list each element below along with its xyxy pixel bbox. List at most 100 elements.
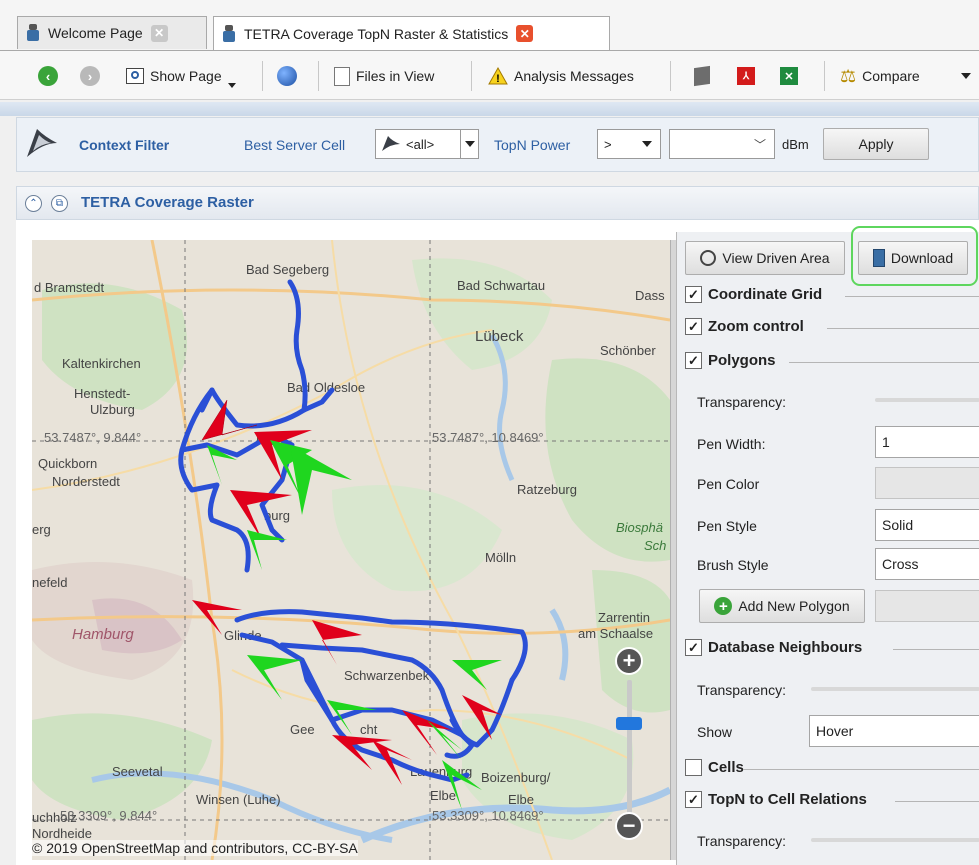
divider [845,296,979,297]
add-new-polygon-label: Add New Polygon [738,598,850,614]
neighbours-transparency-slider[interactable] [811,687,979,691]
coverage-map[interactable]: Bad Segeberg d Bramstedt Bad Schwartau D… [32,240,670,860]
plus-icon: + [714,597,733,615]
cells-label: Cells [708,759,744,776]
files-in-view-label: Files in View [356,68,435,84]
topn-relations-label: TopN to Cell Relations [708,791,867,808]
zoom-control-toggle[interactable]: ✓ Zoom control [685,318,804,335]
unit-label: dBm [782,137,809,152]
server-icon [222,24,236,43]
add-new-polygon-button[interactable]: + Add New Polygon [699,589,865,623]
tab-label: TETRA Coverage TopN Raster & Statistics [244,25,509,42]
divider [789,362,979,363]
book-icon [694,65,710,87]
panel-splitter[interactable] [670,240,676,860]
power-value-select[interactable]: ﹀ [669,129,775,159]
topn-transparency-slider[interactable] [811,838,979,842]
excel-export-button[interactable]: ✕ [780,62,798,90]
chevron-down-icon [642,141,652,147]
download-label: Download [890,250,954,266]
zoom-slider-thumb[interactable] [616,716,642,730]
analysis-messages-button[interactable]: ! Analysis Messages [488,62,634,90]
zoom-out-button[interactable]: − [615,812,643,840]
apply-button[interactable]: Apply [823,128,929,160]
context-filter-bar: Context Filter Best Server Cell <all> To… [16,117,979,172]
forward-button[interactable]: › [80,62,100,90]
excel-icon: ✕ [780,67,798,85]
best-server-cell-value: <all> [406,136,435,152]
files-in-view-button[interactable]: Files in View [334,62,434,90]
separator [262,61,263,91]
polygons-transparency-label: Transparency: [697,394,786,410]
globe-button[interactable] [277,62,297,90]
show-page-button[interactable]: Show Page [126,62,236,90]
show-select[interactable]: Hover [809,715,979,747]
show-page-label: Show Page [150,68,222,84]
cells-checkbox[interactable] [685,759,702,776]
polygons-transparency-slider[interactable] [875,398,979,402]
chevron-down-icon [460,130,478,158]
map-attribution: © 2019 OpenStreetMap and contributors, C… [32,840,358,856]
zoom-in-button[interactable]: + [615,647,643,675]
coordinate-grid-toggle[interactable]: ✓ Coordinate Grid [685,286,822,303]
drive-route-overlay [178,279,528,810]
scales-icon: ⚖ [840,65,857,86]
pen-style-select[interactable]: Solid [875,509,979,541]
close-icon[interactable]: ✕ [516,25,534,42]
close-icon[interactable]: ✕ [150,24,168,42]
coordinate-grid-checkbox[interactable]: ✓ [685,286,702,303]
sector-arrows [192,399,502,810]
polygons-checkbox[interactable]: ✓ [685,352,702,369]
polygons-toggle[interactable]: ✓ Polygons [685,352,776,369]
toolbar-overflow-button[interactable] [961,73,971,79]
cells-toggle[interactable]: Cells [685,759,744,776]
download-button[interactable]: Download [858,241,968,275]
pdf-export-button[interactable]: ⅄ [737,62,755,90]
compare-button[interactable]: ⚖ Compare [840,62,920,90]
topn-relations-toggle[interactable]: ✓ TopN to Cell Relations [685,791,867,808]
best-server-cell-select[interactable]: <all> [375,129,479,159]
pdf-icon: ⅄ [737,67,755,85]
server-icon [26,24,40,42]
tab-welcome-page[interactable]: Welcome Page ✕ [17,16,207,49]
globe-icon [277,66,297,86]
brush-style-select[interactable]: Cross [875,548,979,580]
operator-value: > [604,136,612,152]
show-label: Show [697,724,733,740]
context-filter-title: Context Filter [79,137,170,153]
svg-text:!: ! [496,73,500,85]
report-button[interactable] [694,62,710,90]
collapse-icon[interactable]: ⌃ [25,195,42,212]
database-neighbours-checkbox[interactable]: ✓ [685,639,702,656]
divider [895,801,979,802]
zoom-slider-track[interactable] [627,680,632,825]
pen-style-label: Pen Style [697,518,757,534]
pen-width-input[interactable]: 1 [875,426,979,458]
polygon-list[interactable] [875,590,979,622]
minus-icon: − [622,813,636,838]
divider [893,649,979,650]
chevron-down-icon [961,73,971,79]
database-neighbours-toggle[interactable]: ✓ Database Neighbours [685,639,862,656]
view-driven-area-button[interactable]: View Driven Area [685,241,845,275]
map-options-panel: View Driven Area Download ✓ Coordinate G… [676,226,979,865]
restore-window-icon[interactable]: ⧉ [51,195,68,212]
analysis-messages-label: Analysis Messages [514,68,634,84]
warning-icon: ! [488,67,508,85]
back-button[interactable]: ‹ [38,62,58,90]
topn-transparency-label: Transparency: [697,833,786,849]
zoom-control-label: Zoom control [708,318,804,335]
header-band [0,102,979,116]
database-neighbours-label: Database Neighbours [708,639,863,656]
divider [827,328,979,329]
topn-relations-checkbox[interactable]: ✓ [685,791,702,808]
tab-label: Welcome Page [48,25,143,41]
separator [670,61,671,91]
chevron-down-icon: ﹀ [753,137,766,152]
operator-select[interactable]: > [597,129,661,159]
tab-tetra-coverage[interactable]: TETRA Coverage TopN Raster & Statistics … [213,16,610,50]
zoom-control-checkbox[interactable]: ✓ [685,318,702,335]
arrow-left-icon: ‹ [38,66,58,86]
pen-color-picker[interactable] [875,467,979,499]
pen-width-label: Pen Width: [697,436,766,452]
